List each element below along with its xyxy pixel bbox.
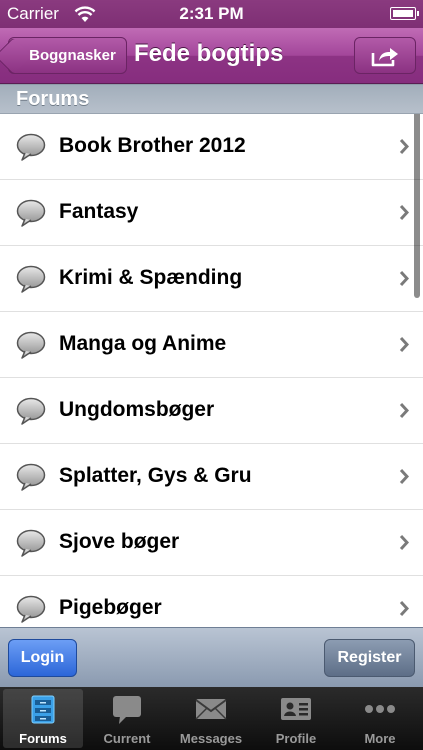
back-button[interactable]: Boggnasker [0,37,127,75]
back-button-label: Boggnasker [29,47,116,64]
share-button[interactable] [354,37,416,74]
tab-profile[interactable]: Profile [256,689,336,748]
list-item-label: Fantasy [59,200,139,223]
chevron-right-icon [399,270,409,287]
tab-messages[interactable]: Messages [171,689,251,748]
list-item-label: Ungdomsbøger [59,398,215,421]
profile-icon [281,698,311,720]
tab-current[interactable]: Current [87,689,167,748]
tab-bar: Forums Current Messages Profile More [0,687,423,750]
list-item[interactable]: Pigebøger [0,576,423,627]
speech-bubble-icon [16,397,46,425]
section-header: Forums [0,84,423,114]
share-icon [371,48,398,67]
login-button[interactable]: Login [8,639,77,677]
navigation-bar: Boggnasker Fede bogtips [0,28,423,84]
page-title: Fede bogtips [134,40,284,67]
auth-toolbar: Login Register [0,627,423,687]
tab-label: Forums [19,731,67,746]
status-bar: Carrier 2:31 PM [0,0,423,28]
list-item[interactable]: Splatter, Gys & Gru [0,444,423,510]
chevron-right-icon [399,600,409,617]
list-item[interactable]: Manga og Anime [0,312,423,378]
tab-label: More [364,731,396,746]
current-icon [113,696,141,724]
list-item[interactable]: Ungdomsbøger [0,378,423,444]
list-item-label: Manga og Anime [59,332,227,355]
chevron-right-icon [399,402,409,419]
chevron-right-icon [399,534,409,551]
speech-bubble-icon [16,265,46,293]
more-icon [365,705,395,713]
list-item[interactable]: Fantasy [0,180,423,246]
forum-list: Book Brother 2012 Fantasy Krimi & Spændi… [0,114,423,627]
scroll-indicator[interactable] [414,114,420,298]
forums-icon [31,695,55,724]
list-item-label: Sjove bøger [59,530,180,553]
speech-bubble-icon [16,331,46,359]
tab-label: Messages [179,731,243,746]
list-item-label: Book Brother 2012 [59,134,246,157]
chevron-right-icon [399,204,409,221]
list-item[interactable]: Sjove bøger [0,510,423,576]
chevron-right-icon [399,138,409,155]
list-item-label: Splatter, Gys & Gru [59,464,252,487]
chevron-right-icon [399,336,409,353]
speech-bubble-icon [16,529,46,557]
status-time: 2:31 PM [179,4,244,23]
list-item[interactable]: Book Brother 2012 [0,114,423,180]
list-item-label: Pigebøger [59,596,162,619]
tab-more[interactable]: More [340,689,420,748]
speech-bubble-icon [16,133,46,161]
speech-bubble-icon [16,199,46,227]
register-button[interactable]: Register [324,639,415,677]
speech-bubble-icon [16,463,46,491]
battery-icon [390,7,419,20]
back-arrow-icon [0,37,32,75]
list-item[interactable]: Krimi & Spænding [0,246,423,312]
tab-forums[interactable]: Forums [3,689,83,748]
speech-bubble-icon [16,595,46,623]
list-item-label: Krimi & Spænding [59,266,243,289]
tab-label: Current [103,731,151,746]
tab-label: Profile [275,731,317,746]
chevron-right-icon [399,468,409,485]
messages-icon [195,699,227,720]
